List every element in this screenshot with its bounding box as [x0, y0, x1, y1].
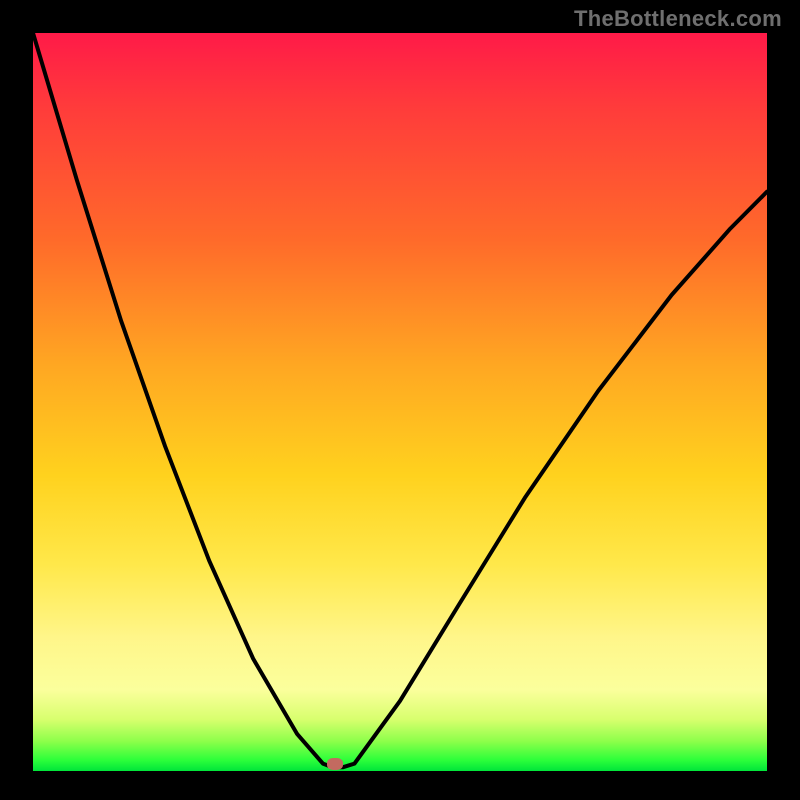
plot-area — [33, 33, 767, 771]
watermark-text: TheBottleneck.com — [574, 6, 782, 32]
curve-path — [33, 33, 767, 767]
minimum-marker — [327, 758, 343, 770]
chart-frame: TheBottleneck.com — [0, 0, 800, 800]
v-curve — [33, 33, 767, 771]
